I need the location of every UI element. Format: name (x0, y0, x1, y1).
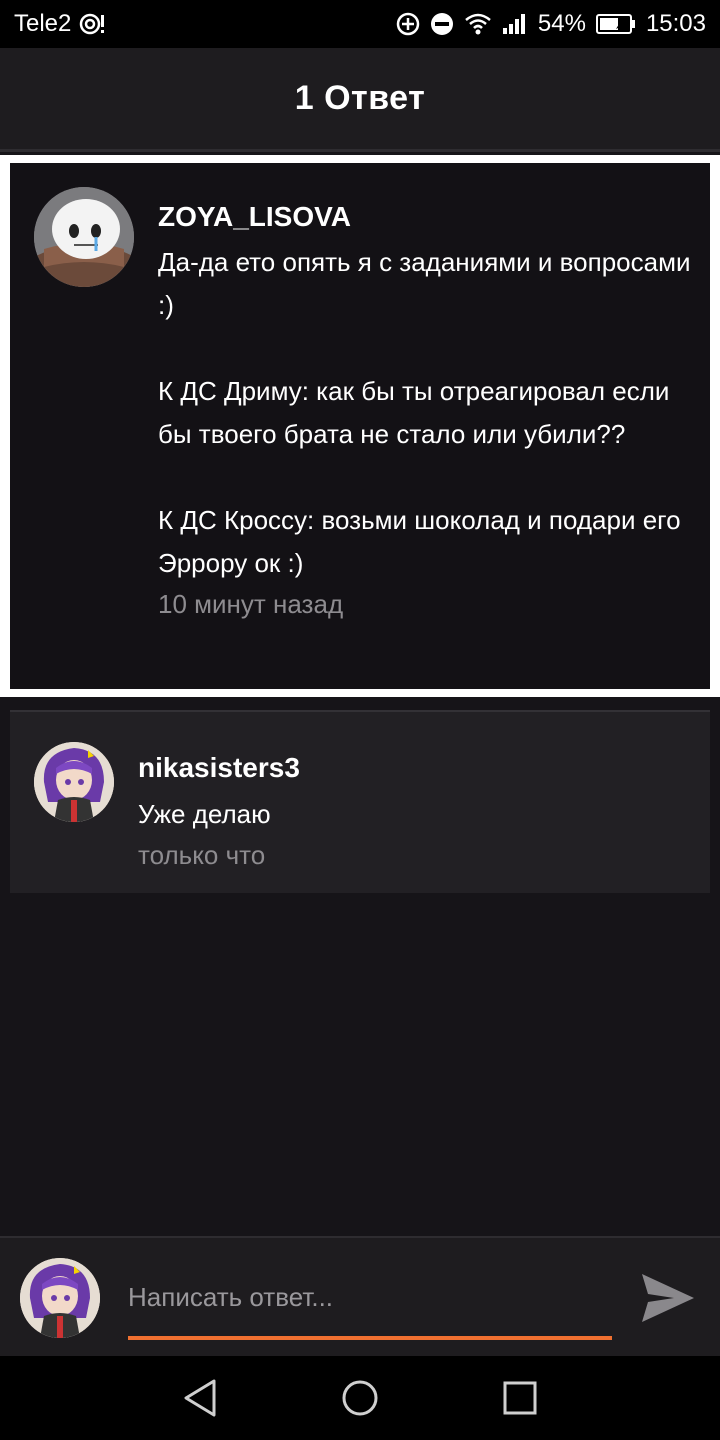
battery-icon (595, 13, 636, 35)
parent-comment[interactable]: ZOYA_LISOVA Да-да ето опять я с заданиям… (10, 163, 710, 689)
comment-author[interactable]: ZOYA_LISOVA (158, 197, 698, 237)
clock: 15:03 (645, 10, 706, 37)
back-triangle-icon (184, 1379, 216, 1417)
carrier-label: Tele2 (14, 10, 72, 37)
reply-input[interactable]: Написать ответ... (128, 1268, 612, 1340)
home-circle-icon (342, 1380, 378, 1416)
home-button[interactable] (330, 1368, 390, 1428)
highlighted-comment-frame: ZOYA_LISOVA Да-да ето опять я с заданиям… (0, 155, 720, 697)
reply-author[interactable]: nikasisters3 (138, 748, 678, 788)
reply-timestamp: только что (138, 840, 266, 870)
comment-text: Да-да ето опять я с заданиями и вопросам… (158, 247, 691, 578)
signal-icon (502, 12, 528, 36)
reply-text: Уже делаю (138, 799, 271, 829)
wifi-icon (464, 12, 492, 36)
recents-square-icon (503, 1381, 537, 1415)
screen: Tele2 54% 15:03 1 Ответ ZOYA_LISOVA Да-д… (0, 0, 720, 1440)
page-title: 1 Ответ (294, 79, 426, 117)
send-icon (642, 1274, 694, 1322)
status-bar: Tele2 54% 15:03 (0, 0, 720, 48)
data-saver-icon (396, 12, 420, 36)
battery-percent: 54% (537, 10, 586, 37)
system-nav-bar (0, 1356, 720, 1440)
send-button[interactable] (636, 1266, 700, 1330)
back-button[interactable] (170, 1368, 230, 1428)
comment-timestamp: 10 минут назад (158, 589, 344, 619)
recents-button[interactable] (490, 1368, 550, 1428)
header: 1 Ответ (0, 48, 720, 152)
reply-composer: Написать ответ... (0, 1236, 720, 1356)
avatar[interactable] (34, 187, 134, 287)
do-not-disturb-icon (430, 12, 454, 36)
avatar[interactable] (34, 742, 114, 822)
avatar (20, 1258, 100, 1338)
hotspot-icon (79, 12, 105, 36)
reply-comment[interactable]: nikasisters3 Уже делаю только что (10, 710, 710, 893)
